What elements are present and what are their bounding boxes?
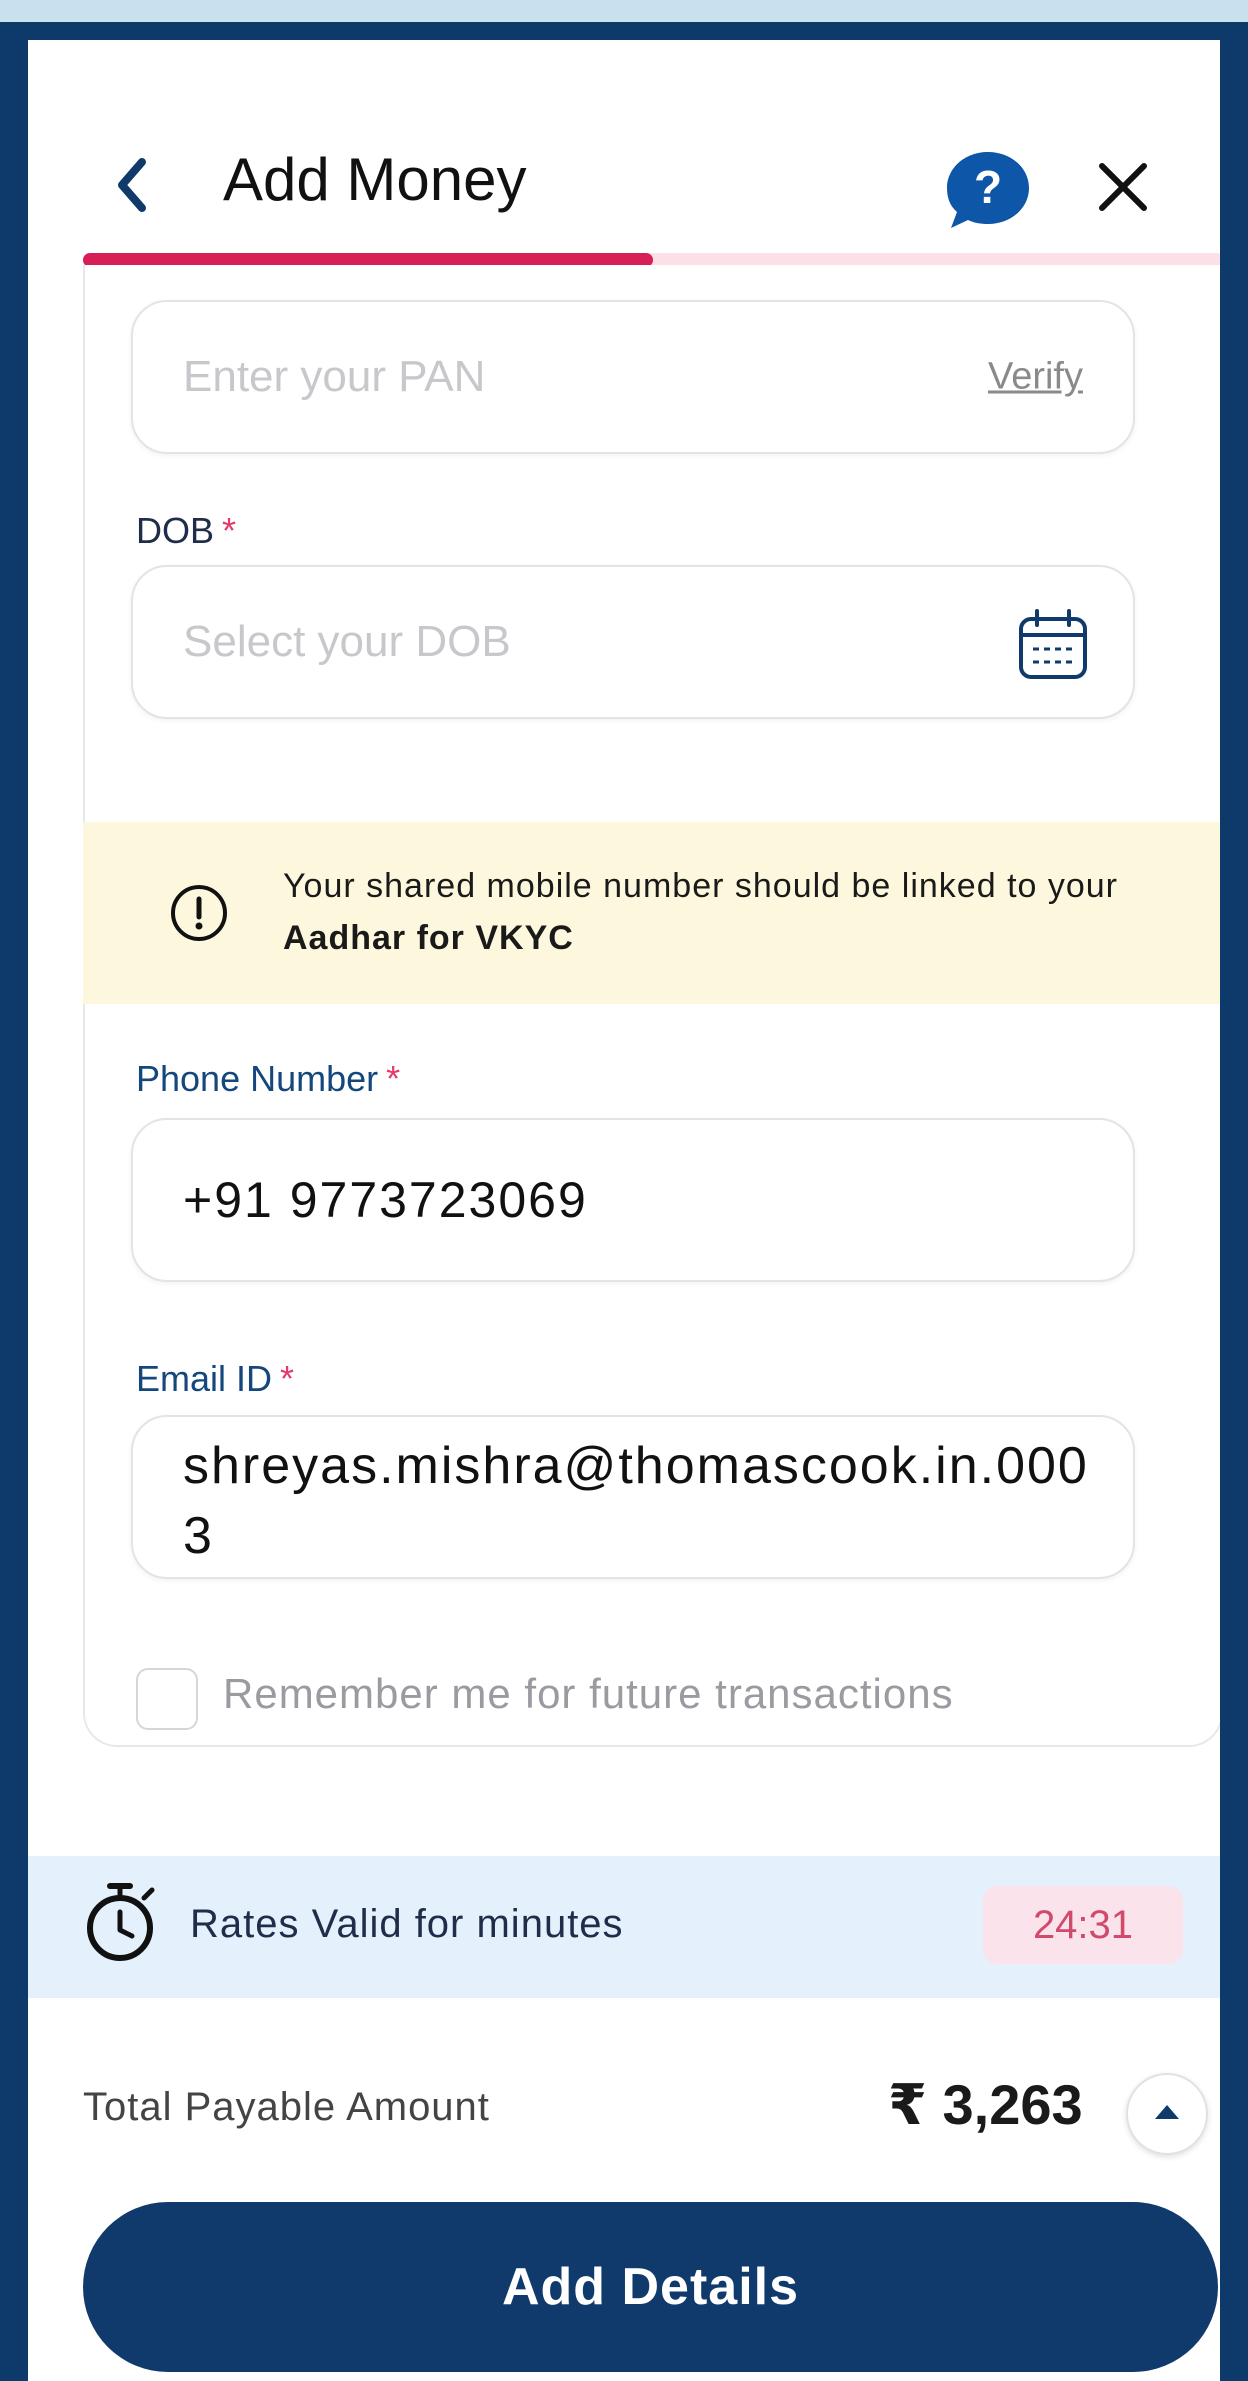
pan-placeholder: Enter your PAN bbox=[183, 352, 486, 401]
dob-required-mark: * bbox=[222, 510, 237, 551]
help-glyph: ? bbox=[974, 161, 1002, 213]
close-button[interactable] bbox=[1088, 152, 1158, 222]
app-frame: Add Money ? Enter your PAN Verify DOB * S… bbox=[28, 40, 1220, 2381]
aadhar-info-banner: Your shared mobile number should be link… bbox=[83, 822, 1220, 1004]
dob-label-text: DOB bbox=[136, 510, 215, 551]
chevron-left-icon bbox=[118, 158, 146, 212]
close-icon bbox=[1099, 163, 1147, 211]
phone-number-field[interactable]: +91 9773723069 bbox=[131, 1118, 1135, 1282]
remember-me-label[interactable]: Remember me for future transactions bbox=[223, 1670, 954, 1718]
dob-label: DOB * bbox=[136, 510, 236, 552]
phone-label: Phone Number * bbox=[136, 1058, 400, 1100]
pan-input[interactable]: Enter your PAN Verify bbox=[131, 300, 1135, 454]
status-strip bbox=[0, 0, 1248, 22]
stopwatch-icon bbox=[87, 1883, 155, 1961]
phone-number-value: +91 9773723069 bbox=[183, 1172, 588, 1228]
total-payable-label: Total Payable Amount bbox=[83, 2085, 490, 2129]
phone-required-mark: * bbox=[386, 1058, 401, 1099]
rates-validity-bar: Rates Valid for minutes 24:31 bbox=[28, 1856, 1220, 1998]
phone-label-text: Phone Number bbox=[136, 1058, 379, 1099]
remember-me-checkbox[interactable] bbox=[136, 1668, 198, 1730]
add-details-button[interactable]: Add Details bbox=[83, 2202, 1218, 2372]
back-button[interactable] bbox=[106, 150, 162, 220]
verify-pan-link[interactable]: Verify bbox=[988, 356, 1083, 399]
total-payable-amount: ₹ 3,263 bbox=[888, 2073, 1083, 2136]
email-label-text: Email ID bbox=[136, 1358, 273, 1399]
email-required-mark: * bbox=[280, 1358, 295, 1399]
rates-valid-label: Rates Valid for minutes bbox=[190, 1902, 624, 1946]
info-text-prefix: Your shared mobile number should be link… bbox=[283, 867, 1119, 905]
expand-breakdown-button[interactable] bbox=[1126, 2073, 1208, 2155]
page-title: Add Money bbox=[223, 146, 527, 213]
help-button[interactable]: ? bbox=[943, 148, 1033, 232]
email-label: Email ID * bbox=[136, 1358, 294, 1400]
help-icon: ? bbox=[947, 152, 1029, 228]
dob-placeholder: Select your DOB bbox=[183, 617, 511, 666]
email-value: shreyas.mishra@thomascook.in.0003 bbox=[183, 1437, 1089, 1565]
info-text-bold: Aadhar for VKYC bbox=[283, 919, 574, 957]
email-field[interactable]: shreyas.mishra@thomascook.in.0003 bbox=[131, 1415, 1135, 1579]
alert-circle-icon bbox=[171, 885, 227, 941]
dob-input[interactable]: Select your DOB bbox=[131, 565, 1135, 719]
aadhar-info-text: Your shared mobile number should be link… bbox=[283, 860, 1203, 964]
rates-timer-badge: 24:31 bbox=[983, 1886, 1183, 1964]
calendar-icon[interactable] bbox=[1013, 605, 1093, 685]
